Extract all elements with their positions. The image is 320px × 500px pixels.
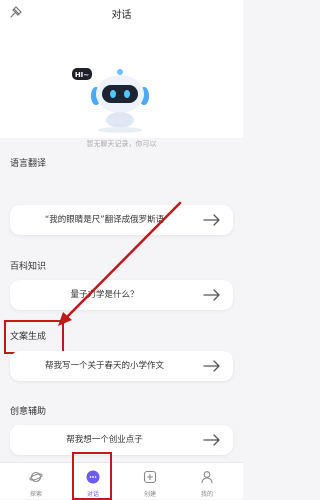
section-label-translation: 语言翻译 — [10, 159, 47, 169]
prompt-text: 量子力学是什么？ — [70, 290, 139, 300]
prompt-card-creative[interactable]: 帮我想一个创业点子 — [10, 425, 233, 455]
plus-square-icon — [143, 470, 157, 484]
robot-mascot-icon: HI~ — [72, 68, 149, 133]
tab-create[interactable]: 创建 — [130, 463, 170, 499]
prompt-text: 帮我写一个关于春天的小学作文 — [44, 361, 164, 371]
arrow-right-icon — [203, 214, 220, 226]
empty-state: HI~ 暂无聊天记录，你可以 — [0, 26, 243, 148]
arrow-right-icon — [203, 360, 220, 372]
section-label-creative: 创意辅助 — [10, 407, 47, 417]
highlight-box-chat-tab — [72, 452, 112, 500]
tab-label: 探索 — [29, 491, 42, 498]
prompt-text: “我的眼睛是尺”翻译成俄罗斯语 — [44, 215, 165, 225]
prompt-card-translation[interactable]: “我的眼睛是尺”翻译成俄罗斯语 — [10, 205, 233, 235]
arrow-right-icon — [203, 289, 220, 301]
arrow-right-icon — [203, 434, 220, 446]
prompt-card-encyclopedia[interactable]: 量子力学是什么？ — [10, 280, 233, 310]
tab-label: 我的 — [200, 491, 213, 498]
highlight-box-copywriting — [4, 320, 64, 354]
section-label-encyclopedia: 百科知识 — [10, 262, 47, 272]
empty-state-text: 暂无聊天记录，你可以 — [86, 140, 157, 148]
page-title: 对话 — [111, 10, 132, 21]
prompt-text: 帮我想一个创业点子 — [66, 435, 143, 445]
person-icon — [201, 471, 213, 484]
top-header: 对话 — [0, 0, 243, 26]
bottom-tab-bar: 探索 对话 创建 我的 — [0, 462, 243, 499]
tab-me[interactable]: 我的 — [187, 463, 227, 499]
prompt-card-copywriting[interactable]: 帮我写一个关于春天的小学作文 — [10, 351, 233, 381]
tab-explore[interactable]: 探索 — [16, 463, 56, 499]
hi-badge: HI~ — [75, 71, 89, 79]
tab-label: 创建 — [143, 491, 156, 498]
planet-icon — [29, 471, 43, 483]
